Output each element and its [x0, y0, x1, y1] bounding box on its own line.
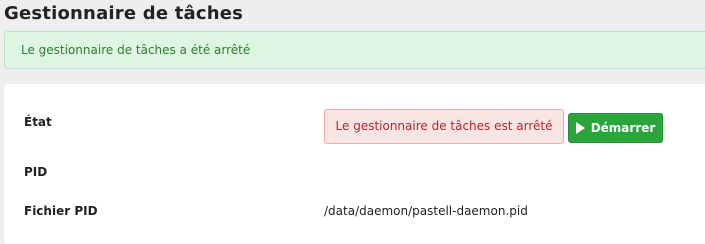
- daemon-details-panel: [4, 84, 705, 244]
- play-icon: [575, 122, 585, 134]
- page-title: Gestionnaire de tâches: [4, 3, 244, 24]
- start-button-label: Démarrer: [590, 121, 656, 135]
- state-label: État: [24, 115, 52, 129]
- pid-label: PID: [24, 165, 48, 179]
- success-alert: Le gestionnaire de tâches a été arrêté: [4, 31, 705, 69]
- status-badge: Le gestionnaire de tâches est arrêté: [324, 109, 564, 144]
- pid-file-label: Fichier PID: [24, 204, 98, 218]
- start-button[interactable]: Démarrer: [568, 113, 663, 143]
- pid-file-value: /data/daemon/pastell-daemon.pid: [324, 204, 528, 218]
